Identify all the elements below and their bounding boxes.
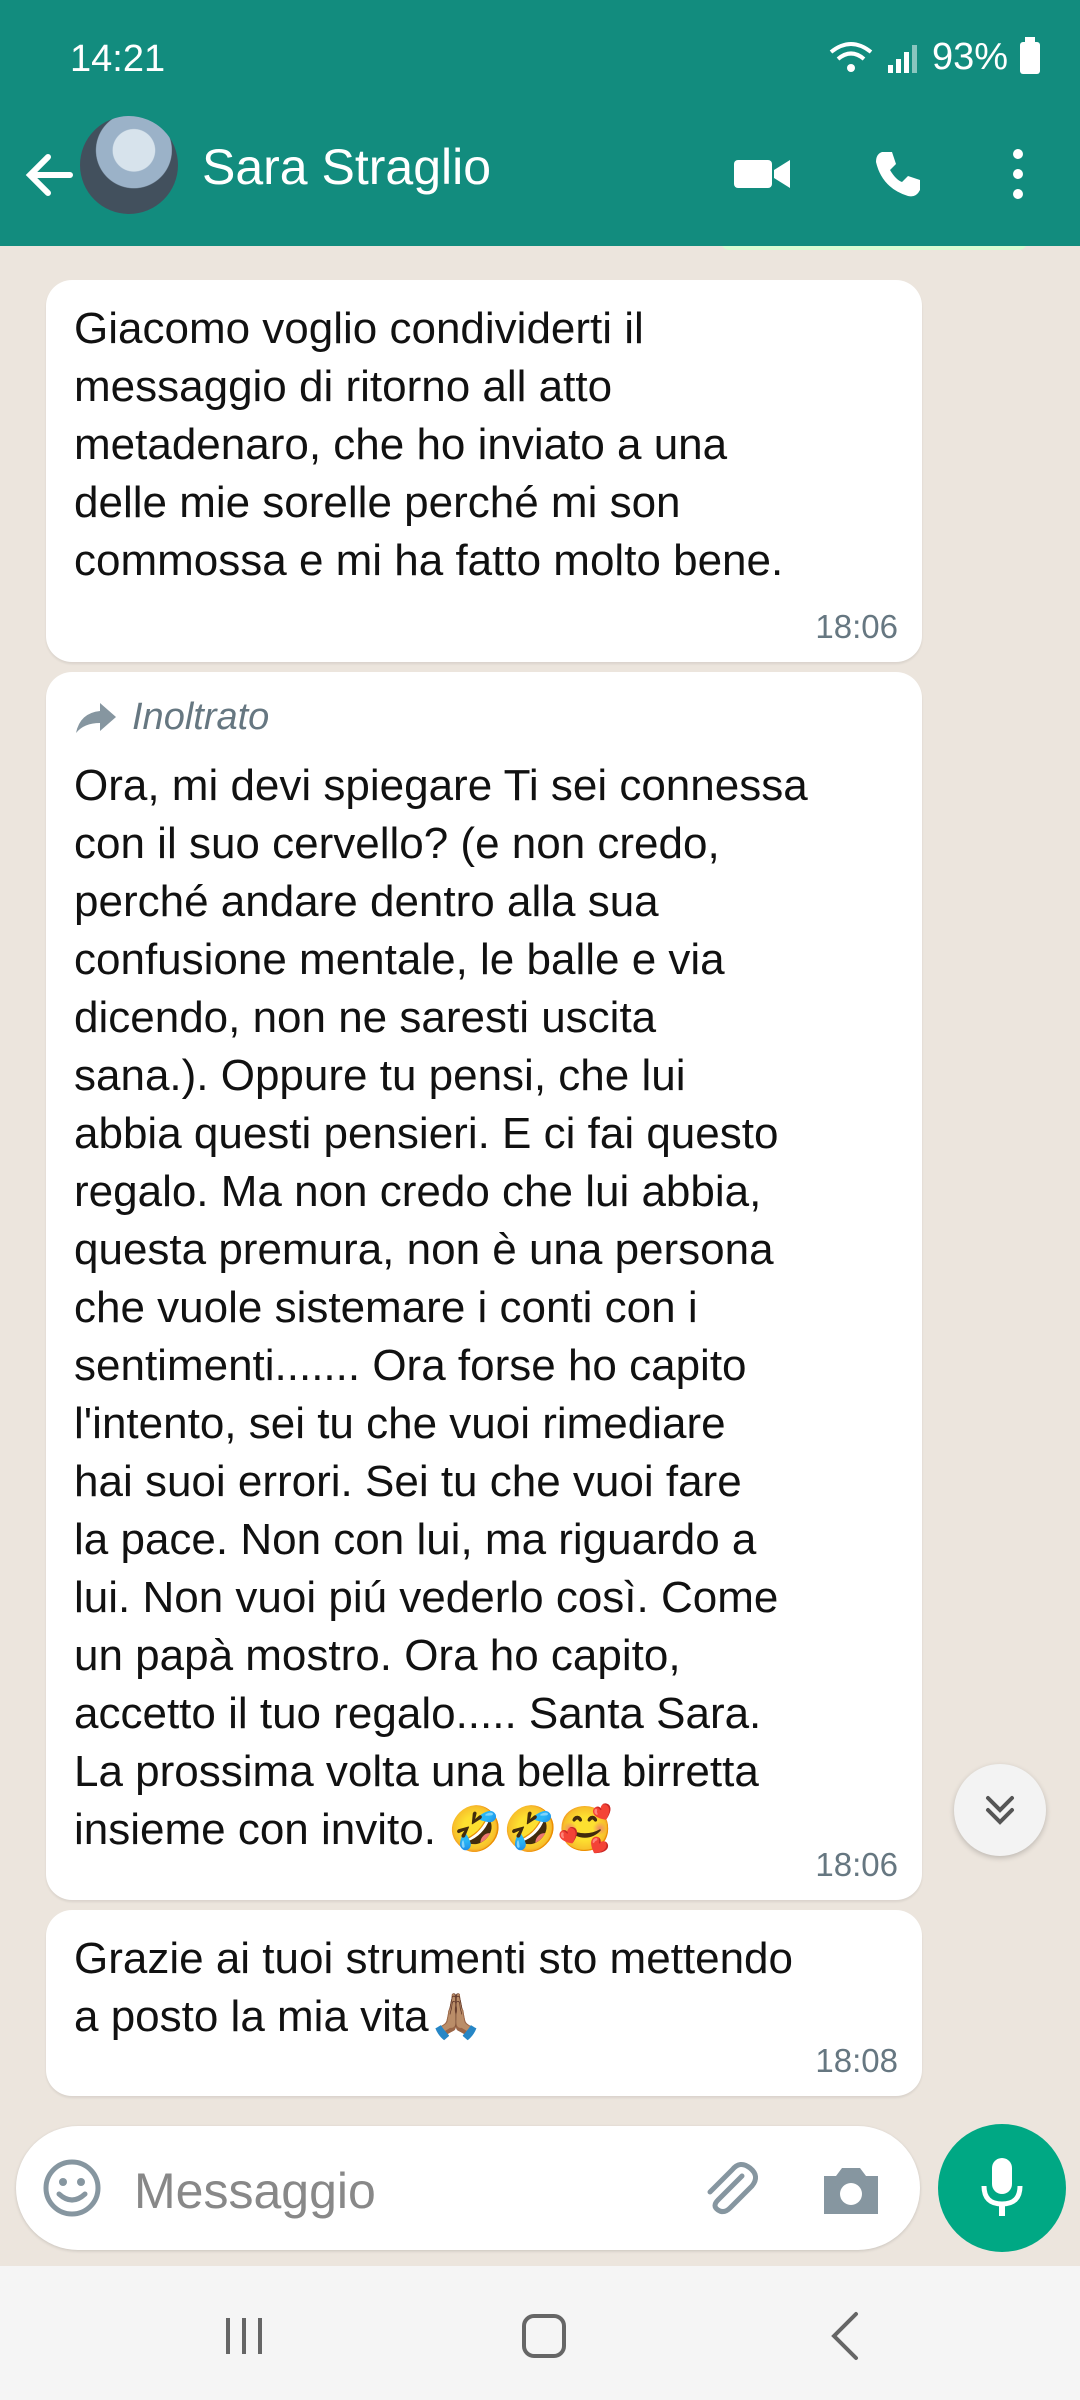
video-call-icon: [734, 160, 790, 188]
previous-outgoing-bubble-edge: [720, 246, 1028, 250]
more-options-icon: [1013, 149, 1023, 199]
status-right: 93%: [828, 36, 1040, 79]
home-icon[interactable]: [522, 2314, 566, 2358]
camera-icon[interactable]: [818, 2160, 884, 2220]
back-icon[interactable]: [826, 2310, 866, 2362]
contact-name[interactable]: Sara Straglio: [202, 138, 491, 196]
forwarded-message-bubble[interactable]: Inoltrato Ora, mi devi spiegare Ti sei c…: [46, 672, 922, 1900]
wifi-icon: [829, 41, 873, 72]
video-call-button[interactable]: [722, 134, 802, 214]
mic-icon: [981, 2158, 1023, 2216]
chat-area[interactable]: Giacomo voglio condividerti il messaggio…: [0, 246, 1080, 2113]
back-arrow-icon[interactable]: [20, 140, 80, 210]
forward-arrow-icon: [76, 702, 116, 733]
battery-icon: [1020, 36, 1040, 74]
voice-call-button[interactable]: [858, 134, 938, 214]
signal-icon: [887, 44, 917, 73]
message-input[interactable]: Messaggio: [134, 2162, 376, 2220]
status-time: 14:21: [70, 38, 166, 80]
scroll-down-icon: [986, 1796, 1014, 1825]
emoji-icon[interactable]: [42, 2158, 102, 2218]
message-composer[interactable]: Messaggio: [16, 2126, 920, 2250]
voice-call-icon: [876, 152, 920, 197]
system-navigation-bar: [0, 2266, 1080, 2400]
top-bar: 14:21 93% Sara Straglio: [0, 0, 1080, 246]
message-time: 18:06: [815, 1846, 898, 1883]
message-bubble[interactable]: Giacomo voglio condividerti il messaggio…: [46, 280, 922, 662]
message-text: Ora, mi devi spiegare Ti sei connessa co…: [74, 761, 808, 1854]
forwarded-text: Inoltrato: [132, 696, 270, 738]
message-text: Grazie ai tuoi strumenti sto mettendo a …: [74, 1934, 793, 2041]
status-bar: 14:21 93%: [0, 0, 1080, 110]
scroll-down-button[interactable]: [954, 1764, 1046, 1856]
message-bubble[interactable]: Grazie ai tuoi strumenti sto mettendo a …: [46, 1910, 922, 2096]
message-text: Giacomo voglio condividerti il messaggio…: [74, 304, 784, 585]
chat-app-bar: Sara Straglio: [0, 110, 1080, 246]
battery-percent: 93%: [931, 36, 1008, 78]
avatar[interactable]: [80, 116, 178, 214]
forwarded-label: Inoltrato: [74, 696, 894, 739]
mic-button[interactable]: [938, 2124, 1066, 2252]
message-time: 18:08: [815, 2042, 898, 2079]
message-time: 18:06: [815, 608, 898, 645]
more-options-button[interactable]: [978, 134, 1058, 214]
attach-icon[interactable]: [696, 2156, 762, 2222]
recent-apps-icon[interactable]: [220, 2316, 268, 2356]
